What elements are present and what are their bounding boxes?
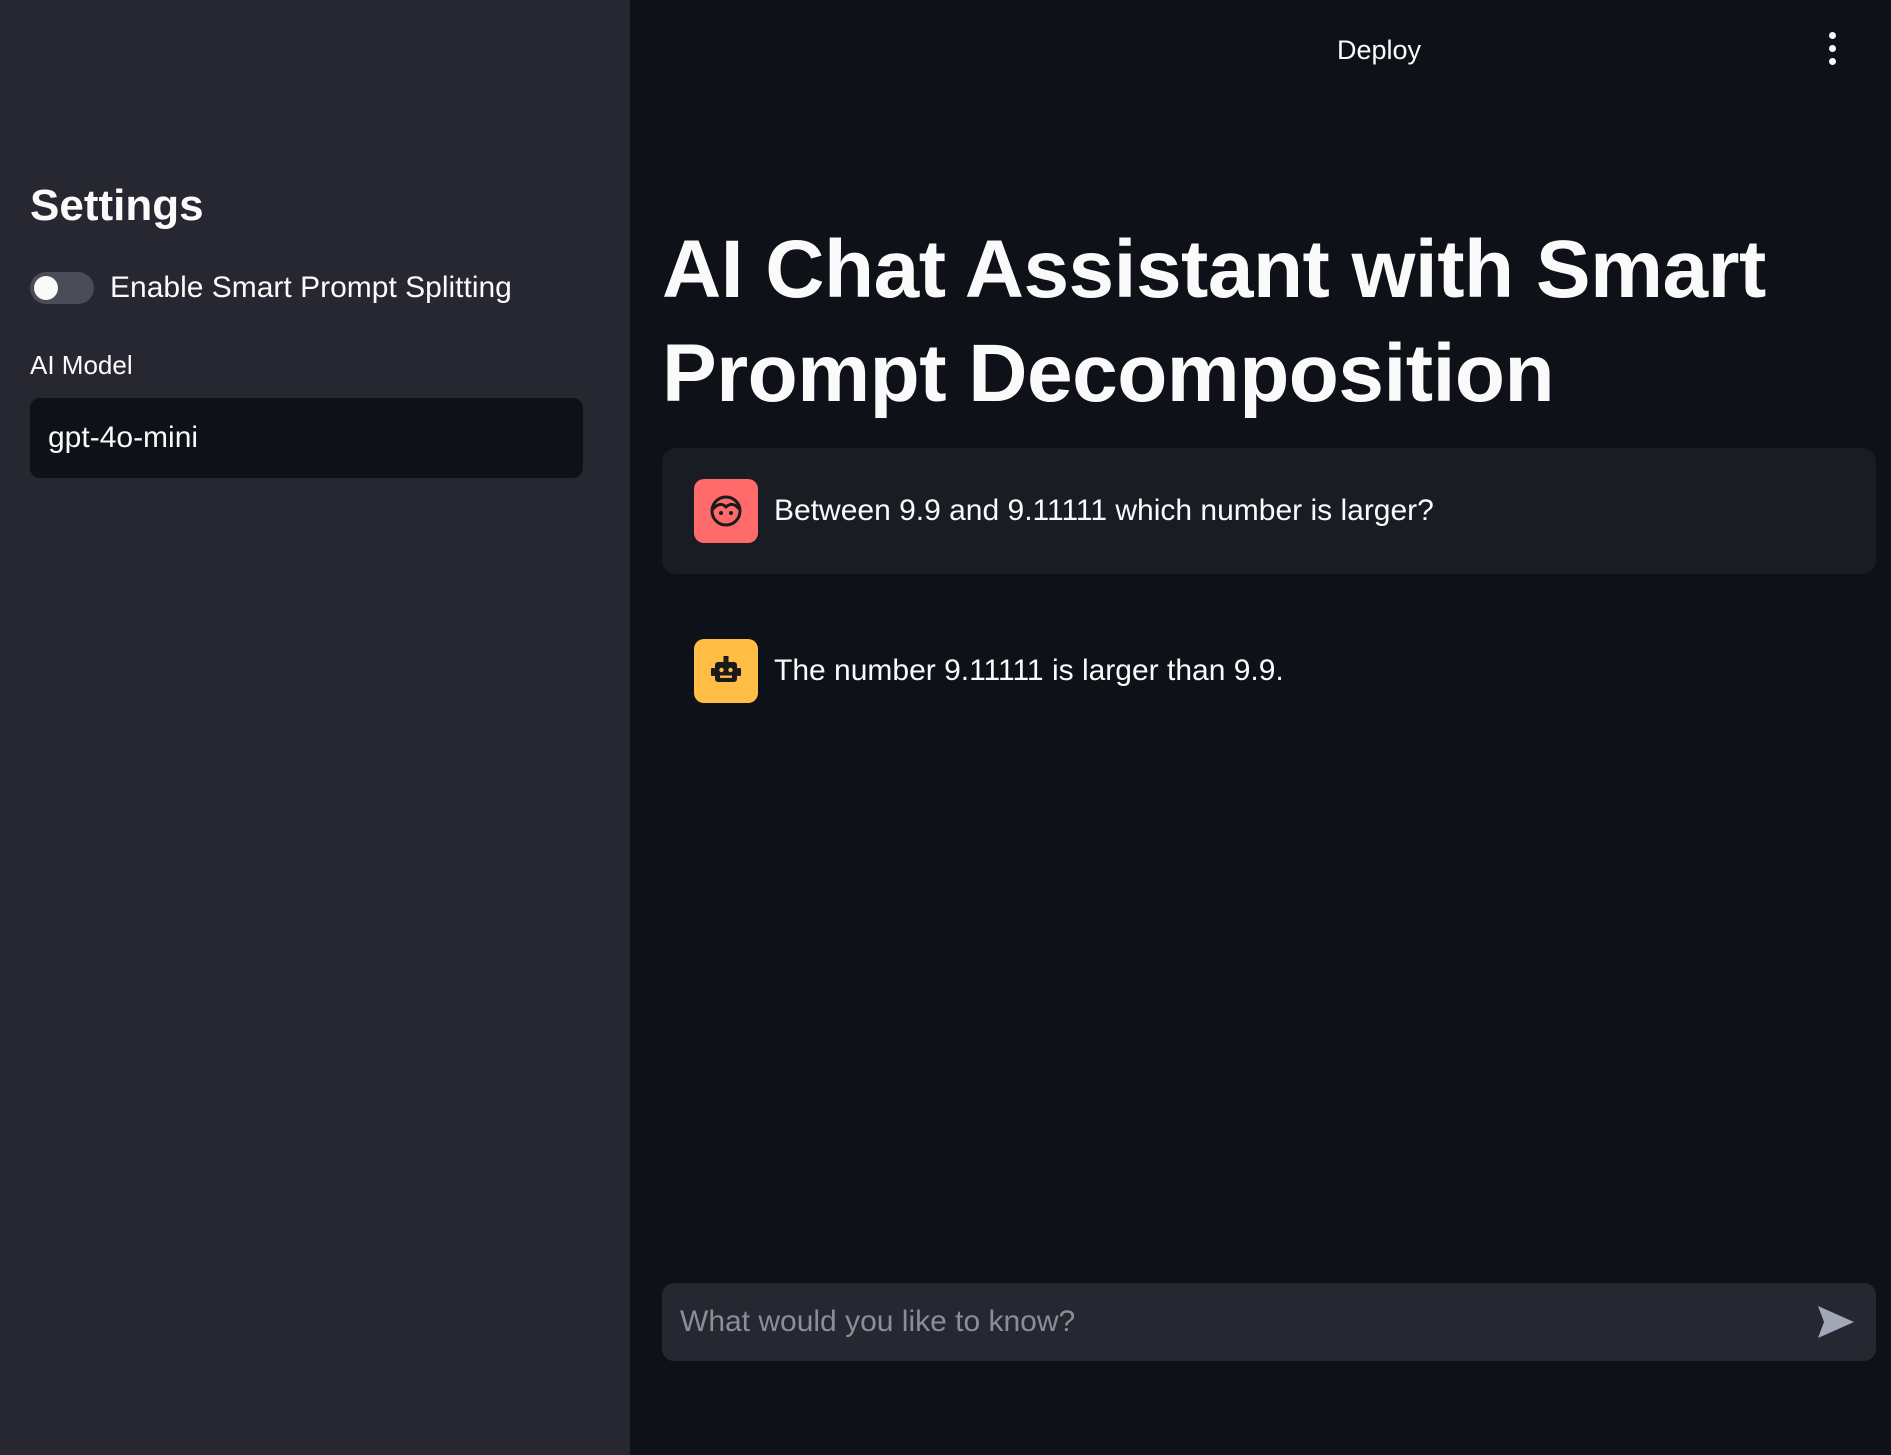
chat-message-assistant: The number 9.11111 is larger than 9.9. xyxy=(662,608,1876,734)
send-icon[interactable] xyxy=(1812,1298,1860,1346)
assistant-message-text: The number 9.11111 is larger than 9.9. xyxy=(774,654,1284,687)
user-message-text: Between 9.9 and 9.11111 which number is … xyxy=(774,494,1434,527)
sidebar: Settings Enable Smart Prompt Splitting A… xyxy=(0,0,630,1455)
model-label: AI Model xyxy=(30,350,133,380)
app-root: Settings Enable Smart Prompt Splitting A… xyxy=(0,0,1891,1455)
chat-input[interactable] xyxy=(678,1304,1812,1340)
user-face-icon xyxy=(694,479,758,543)
toggle-label: Enable Smart Prompt Splitting xyxy=(110,271,512,304)
model-select[interactable]: gpt-4o-mini xyxy=(30,398,583,478)
robot-icon xyxy=(694,639,758,703)
page-title: AI Chat Assistant with Smart Prompt Deco… xyxy=(662,224,1766,419)
chat-input-container xyxy=(662,1283,1876,1361)
smart-splitting-toggle[interactable] xyxy=(30,272,94,304)
smart-splitting-toggle-row: Enable Smart Prompt Splitting xyxy=(30,268,512,308)
chat-message-user: Between 9.9 and 9.11111 which number is … xyxy=(662,448,1876,574)
deploy-button[interactable]: Deploy xyxy=(1337,30,1421,70)
sidebar-title: Settings xyxy=(30,181,204,230)
toggle-knob xyxy=(34,276,58,300)
kebab-menu-icon[interactable] xyxy=(1822,32,1842,66)
